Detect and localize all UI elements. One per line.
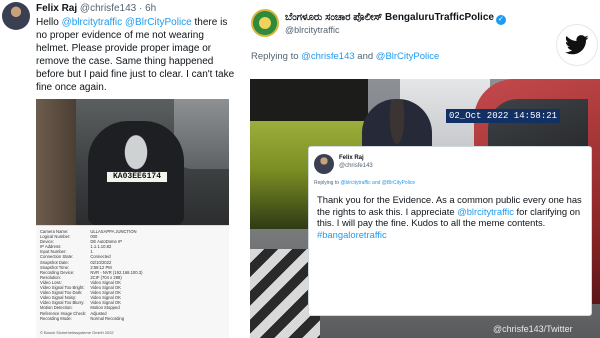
camera-report-table: Camera Name: ULLASAPPA JUNCTION Logical Nu…	[40, 229, 146, 321]
tweet-header: Felix Raj @chrisfe143 · 6h	[36, 3, 156, 14]
report-value: Normal Recording	[90, 315, 125, 321]
embedded-reply-card[interactable]: Felix Raj @chrisfe143 Replying to @blrci…	[308, 146, 592, 316]
tweet-text: Hello @blrcitytraffic @BlrCityPolice the…	[36, 16, 236, 94]
left-tweet: Felix Raj @chrisfe143 · 6h Hello @blrcit…	[0, 0, 240, 338]
tweet-text-part: Hello	[36, 17, 62, 28]
author-handle: @chrisfe143	[339, 163, 373, 169]
twitter-bird-icon-svg	[565, 35, 589, 55]
mention-link[interactable]: @chrisfe143	[301, 51, 354, 62]
report-label: Reference Image Check:	[40, 310, 87, 316]
camera-report: Camera Name: ULLASAPPA JUNCTION Logical Nu…	[36, 225, 229, 338]
replying-prefix: Replying to	[251, 51, 302, 62]
author-name[interactable]: Felix Raj	[36, 3, 77, 14]
account-name-text: ಬೆಂಗಳೂರು ಸಂಚಾರ ಪೊಲೀಸ್ BengaluruTrafficPo…	[285, 12, 494, 23]
police-avatar[interactable]	[251, 9, 279, 37]
report-footer: © Bosch Sicherheitssysteme GmbH 2022	[40, 330, 114, 335]
avatar[interactable]	[2, 2, 30, 30]
mention-link[interactable]: @BlrCityPolice	[376, 51, 440, 62]
mention-link[interactable]: @blrcitytraffic	[62, 17, 123, 28]
account-name[interactable]: ಬೆಂಗಳೂರು ಸಂಚಾರ ಪೊಲೀಸ್ BengaluruTrafficPo…	[285, 12, 506, 25]
hashtag-link: #bangaloretraffic	[317, 228, 387, 240]
mention-link[interactable]: @BlrCityPolice	[125, 17, 192, 28]
photo-credit: @chrisfe143/Twitter	[493, 324, 573, 334]
right-tweet: ಬೆಂಗಳೂರು ಸಂಚಾರ ಪೊಲೀಸ್ BengaluruTrafficPo…	[240, 0, 600, 338]
photo-wall	[36, 99, 76, 225]
mention-link: @blrcitytraffic and @BlrCityPolice	[340, 180, 416, 186]
avatar	[314, 154, 334, 174]
cctv-timestamp: 02_Oct 2022 14:58:21	[446, 109, 561, 123]
twitter-bird-icon	[556, 24, 598, 66]
tweet-photo[interactable]: KA03EE6174	[36, 99, 229, 225]
report-label: Recording Mode:	[40, 315, 72, 321]
author-meta: @chrisfe143 · 6h	[79, 3, 157, 14]
reply-text: Thank you for the Evidence. As a common …	[317, 194, 589, 240]
report-row: Recording Mode: Normal Recording	[40, 316, 146, 321]
license-plate: KA03EE6174	[106, 171, 168, 183]
author-name: Felix Raj	[339, 155, 364, 161]
replying-prefix: Replying to	[314, 180, 341, 186]
mention-link: @blrcitytraffic	[457, 205, 514, 217]
auto-roof	[250, 79, 368, 121]
replying-and: and	[354, 51, 376, 62]
replying-to: Replying to @blrcitytraffic and @BlrCity…	[314, 180, 415, 186]
account-handle[interactable]: @blrcitytraffic	[285, 25, 339, 35]
replying-to: Replying to @chrisfe143 and @BlrCityPoli…	[251, 51, 439, 62]
tweet-text-part: there is no proper evidence of me not we…	[36, 17, 235, 93]
verified-badge-icon: ✓	[495, 15, 506, 25]
